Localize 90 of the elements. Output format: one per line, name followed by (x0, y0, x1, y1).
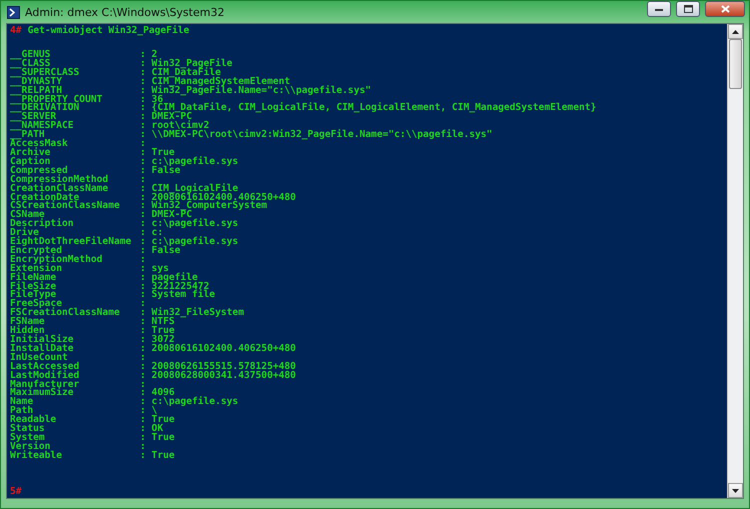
property-name: Encrypted (10, 246, 62, 256)
property-value: : pagefile (140, 274, 198, 283)
property-name: __CLASS (10, 60, 50, 69)
property-name: EncryptionMethod (10, 256, 104, 265)
minimize-button[interactable] (647, 1, 671, 17)
minimize-icon (655, 8, 663, 10)
property-name: Writeable (10, 452, 63, 461)
property-name: __DERIVATION (10, 104, 80, 114)
property-value: : (140, 354, 147, 363)
property-name: CompressionMethod (10, 176, 110, 185)
property-value: : OK (140, 425, 164, 434)
property-name: MaximumSize (10, 389, 74, 398)
maximize-button[interactable] (676, 1, 700, 17)
property-name: EightDotThreeFileName (10, 238, 132, 247)
property-name: __DYNASTY (10, 78, 62, 87)
property-value: : c:\pagefile.sys (140, 238, 240, 247)
property-value: : \\DMEX-PC\root\cimv2:Win32_PageFile.Name="c:\\pagefile.sys" (140, 131, 494, 140)
property-value: : True (140, 416, 176, 426)
property-name: __RELPATH (10, 86, 62, 96)
property-name: __GENUS (10, 51, 52, 60)
property-value: : sys (140, 264, 169, 274)
property-value: : True (140, 452, 176, 461)
close-icon (720, 5, 730, 13)
property-name: CreationClassName (10, 184, 110, 194)
scroll-down-button[interactable] (728, 483, 743, 498)
property-name: Readable (10, 416, 58, 426)
property-name: __PROPERTY_COUNT (10, 96, 104, 104)
property-value: : 3072 (140, 336, 175, 345)
property-value: : (140, 300, 147, 310)
property-name: Status (10, 425, 46, 434)
prompt-text: 5# (10, 488, 22, 497)
property-value: : {CIM_DataFile, CIM_LogicalFile, CIM_LogicalElement, CIM_ManagedSystemElement} (140, 104, 598, 114)
property-value: : False (140, 166, 180, 176)
property-value: : Win32_PageFile.Name="c:\\pagefile.sys" (140, 86, 372, 96)
property-name: __PATH (10, 131, 45, 140)
property-value: : 4096 (140, 389, 175, 398)
property-name: InitialSize (10, 336, 75, 345)
property-value: : c:\pagefile.sys (140, 398, 240, 408)
property-name: Description (10, 220, 75, 230)
property-name: Name (10, 398, 34, 408)
property-value: : False (140, 246, 180, 256)
property-value: : c: (140, 229, 164, 238)
property-value: : NTFS (140, 318, 175, 328)
property-value: : Win32_PageFile (140, 60, 234, 69)
property-value: : 20080628000341.437500+480 (140, 372, 297, 381)
property-name: __SERVER (10, 113, 56, 122)
property-value: : True (140, 327, 176, 336)
maximize-icon (684, 5, 692, 13)
close-button[interactable] (705, 1, 745, 17)
down-arrow-icon (732, 488, 739, 492)
property-value: : Win32_FileSystem (140, 309, 245, 318)
property-value: : True (140, 148, 175, 158)
property-value: : Win32_ComputerSystem (140, 202, 268, 212)
property-value: : System file (140, 291, 216, 300)
property-name: FreeSpace (10, 300, 62, 310)
property-value: : c:\pagefile.sys (140, 158, 240, 167)
command-text: Get-wmiobject Win32_PageFile (28, 25, 190, 36)
property-value: : 2 (140, 51, 158, 60)
property-value: : 20080616102400.406250+480 (140, 344, 297, 354)
property-name: __SUPERCLASS (10, 68, 80, 78)
property-name: FileType (10, 291, 56, 300)
property-value: : DMEX-PC (140, 211, 192, 220)
property-value: : True (140, 434, 176, 443)
property-name: Compressed (10, 166, 68, 176)
scroll-up-button[interactable] (728, 24, 743, 39)
property-value: : CIM_DataFile (140, 68, 221, 78)
window-title: Admin: dmex C:\Windows\System32 (25, 6, 226, 18)
up-arrow-icon (732, 30, 739, 34)
terminal-icon (7, 6, 20, 18)
property-value: : (140, 140, 147, 149)
property-name: LastModified (10, 372, 80, 381)
property-name: Caption (10, 158, 50, 167)
property-value: : root\cimv2 (140, 122, 210, 132)
property-value: : \ (140, 407, 158, 416)
property-name: System (10, 434, 45, 443)
property-value: : 20080626155515.578125+480 (140, 362, 297, 372)
property-value: : (140, 442, 147, 452)
prompt-text: 4# (10, 25, 22, 36)
scrollbar-thumb[interactable] (729, 39, 742, 89)
property-value: : (140, 256, 147, 265)
property-value: : CIM_ManagedSystemElement (140, 78, 290, 87)
property-name: FSCreationClassName (10, 309, 121, 318)
property-value: : (140, 176, 147, 185)
property-value: : c:\pagefile.sys (140, 220, 240, 230)
property-name: CSCreationClassName (10, 202, 121, 212)
property-value: : CIM_LogicalFile (140, 184, 238, 194)
property-name: InstallDate (10, 344, 75, 354)
property-value: : (140, 380, 147, 390)
property-name: InUseCount (10, 354, 68, 363)
property-name: __NAMESPACE (10, 122, 75, 132)
